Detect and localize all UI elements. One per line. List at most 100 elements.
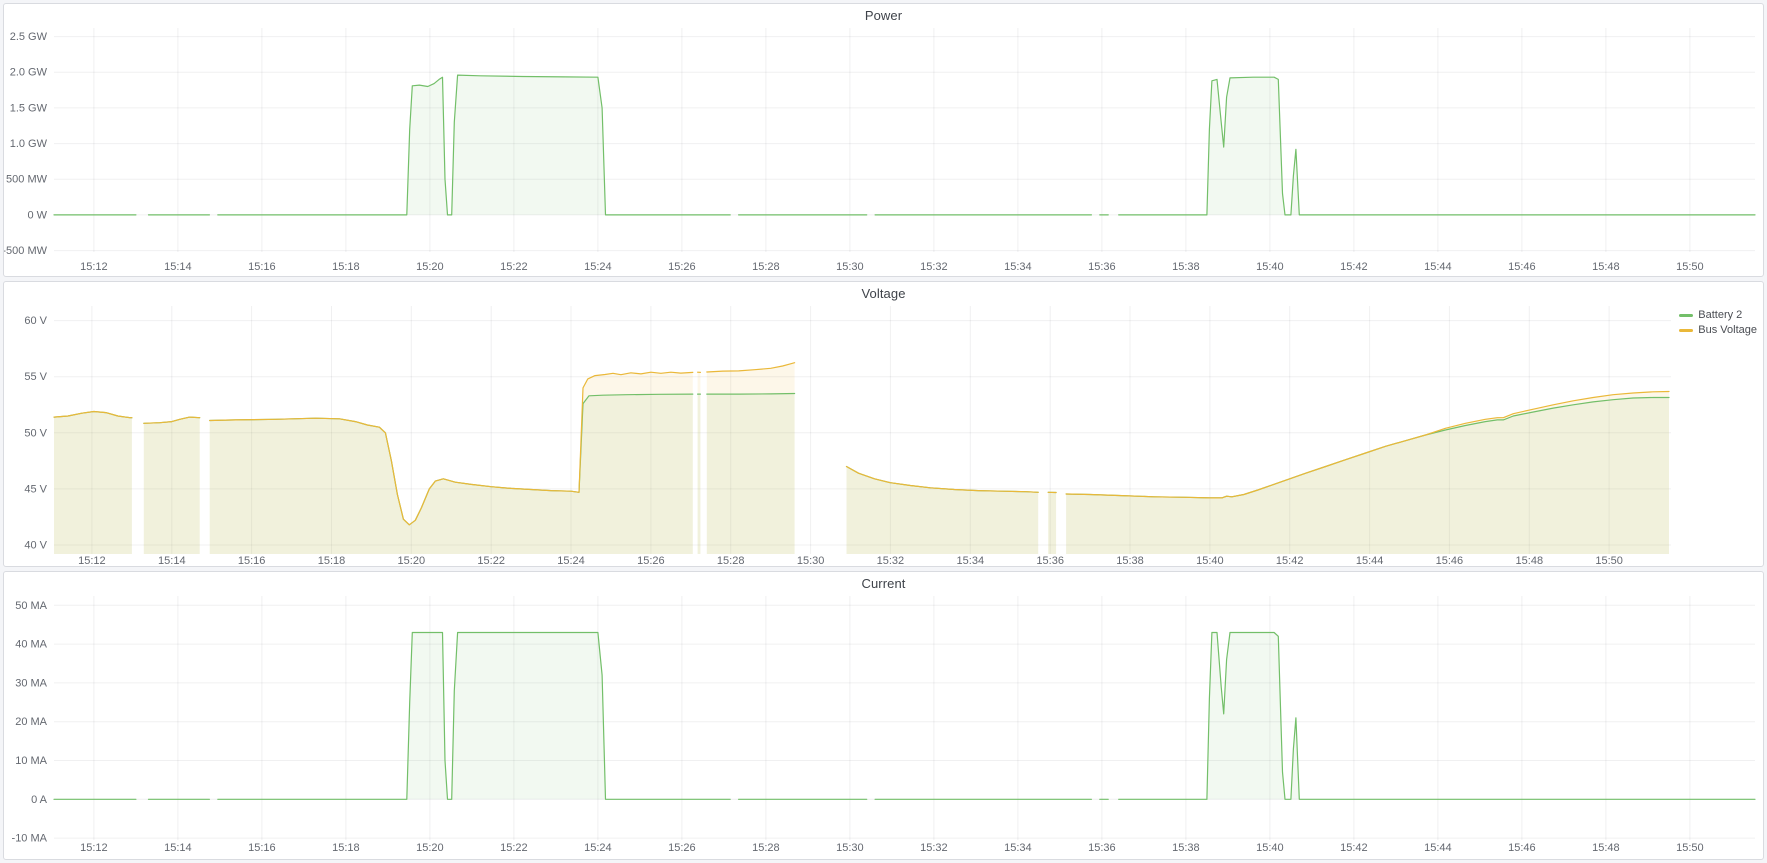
- svg-text:15:26: 15:26: [668, 261, 696, 273]
- svg-text:15:16: 15:16: [238, 555, 266, 566]
- svg-text:15:36: 15:36: [1088, 261, 1116, 273]
- svg-text:15:14: 15:14: [164, 261, 192, 273]
- svg-text:15:12: 15:12: [80, 261, 108, 273]
- svg-text:1.5 GW: 1.5 GW: [10, 102, 48, 114]
- svg-text:15:12: 15:12: [80, 842, 108, 854]
- svg-text:15:46: 15:46: [1508, 261, 1536, 273]
- svg-text:40 MA: 40 MA: [15, 639, 47, 651]
- svg-text:10 MA: 10 MA: [15, 755, 47, 767]
- svg-text:15:28: 15:28: [717, 555, 745, 566]
- svg-text:2.5 GW: 2.5 GW: [10, 31, 48, 43]
- svg-text:0 W: 0 W: [27, 209, 47, 221]
- svg-text:45 V: 45 V: [24, 483, 47, 495]
- svg-text:15:16: 15:16: [248, 261, 276, 273]
- svg-text:15:38: 15:38: [1172, 261, 1200, 273]
- svg-text:15:22: 15:22: [500, 842, 528, 854]
- current-chart-wrap: 15:12 15:14 15:16 15:18 15:20 15:22 15:24 15:26…: [4, 594, 1763, 859]
- svg-text:15:12: 15:12: [78, 555, 106, 566]
- svg-text:15:32: 15:32: [877, 555, 905, 566]
- svg-text:15:46: 15:46: [1508, 842, 1536, 854]
- svg-text:50 V: 50 V: [24, 427, 47, 439]
- power-chart-wrap: 15:12 15:14 15:16 15:18 15:20 15:22 15:24 15:26…: [4, 26, 1763, 276]
- svg-text:15:38: 15:38: [1172, 842, 1200, 854]
- panel-voltage: Voltage 15:1215:1415:1615:1815:2015:2215…: [3, 281, 1764, 567]
- panel-power: Power 15:12 15:14 15:16 15:18 15:20 15:22 15:2…: [3, 3, 1764, 277]
- bus-voltage-swatch-icon: [1679, 329, 1693, 332]
- panel-current-title[interactable]: Current: [861, 576, 905, 591]
- svg-text:15:30: 15:30: [836, 261, 864, 273]
- svg-text:15:42: 15:42: [1340, 261, 1368, 273]
- svg-text:1.0 GW: 1.0 GW: [10, 138, 48, 150]
- svg-text:40 V: 40 V: [24, 540, 47, 552]
- svg-text:15:36: 15:36: [1036, 555, 1064, 566]
- svg-text:15:20: 15:20: [416, 261, 444, 273]
- legend-label-bus-voltage: Bus Voltage: [1698, 323, 1757, 337]
- battery-2-swatch-icon: [1679, 314, 1693, 317]
- svg-text:15:40: 15:40: [1196, 555, 1224, 566]
- svg-text:15:40: 15:40: [1256, 842, 1284, 854]
- svg-text:15:48: 15:48: [1592, 261, 1620, 273]
- svg-text:15:44: 15:44: [1424, 261, 1452, 273]
- svg-text:15:24: 15:24: [584, 261, 612, 273]
- svg-text:15:40: 15:40: [1256, 261, 1284, 273]
- svg-text:15:26: 15:26: [637, 555, 665, 566]
- svg-text:15:32: 15:32: [920, 842, 948, 854]
- svg-text:2.0 GW: 2.0 GW: [10, 67, 48, 79]
- svg-text:-10 MA: -10 MA: [12, 833, 48, 845]
- svg-text:15:18: 15:18: [332, 261, 360, 273]
- svg-text:15:34: 15:34: [957, 555, 985, 566]
- svg-text:15:42: 15:42: [1340, 842, 1368, 854]
- svg-text:15:46: 15:46: [1436, 555, 1464, 566]
- svg-text:15:44: 15:44: [1356, 555, 1384, 566]
- voltage-chart-wrap: 15:12 15:14 15:16 15:18 15:20 15:22 15:24 15:26…: [4, 304, 1763, 566]
- svg-text:15:36: 15:36: [1088, 842, 1116, 854]
- svg-text:15:22: 15:22: [477, 555, 505, 566]
- panel-current-header: Current: [4, 572, 1763, 594]
- svg-text:15:24: 15:24: [557, 555, 585, 566]
- legend-label-battery-2: Battery 2: [1698, 308, 1742, 322]
- svg-text:15:44: 15:44: [1424, 842, 1452, 854]
- panel-voltage-header: Voltage: [4, 282, 1763, 304]
- svg-text:15:30: 15:30: [836, 842, 864, 854]
- svg-text:15:48: 15:48: [1516, 555, 1544, 566]
- svg-text:15:20: 15:20: [398, 555, 426, 566]
- svg-text:15:24: 15:24: [584, 842, 612, 854]
- panel-voltage-title[interactable]: Voltage: [861, 286, 905, 301]
- dashboard: Power 15:12 15:14 15:16 15:18 15:20 15:22 15:2…: [0, 0, 1767, 863]
- power-chart[interactable]: 15:12 15:14 15:16 15:18 15:20 15:22 15:24 15:26…: [4, 26, 1763, 276]
- svg-text:15:34: 15:34: [1004, 842, 1032, 854]
- svg-text:15:26: 15:26: [668, 842, 696, 854]
- legend-item-bus-voltage[interactable]: Bus Voltage: [1679, 323, 1757, 337]
- svg-text:500 MW: 500 MW: [6, 174, 48, 186]
- svg-text:-500 MW: -500 MW: [4, 245, 48, 257]
- svg-text:0 A: 0 A: [31, 794, 48, 806]
- svg-text:15:48: 15:48: [1592, 842, 1620, 854]
- panel-current: Current 15:1215:1415:1615:1815:2015:2215…: [3, 571, 1764, 860]
- svg-text:15:18: 15:18: [318, 555, 346, 566]
- svg-text:50 MA: 50 MA: [15, 600, 47, 612]
- legend-item-battery-2[interactable]: Battery 2: [1679, 308, 1757, 322]
- svg-text:15:30: 15:30: [797, 555, 825, 566]
- svg-text:15:32: 15:32: [920, 261, 948, 273]
- svg-text:20 MA: 20 MA: [15, 716, 47, 728]
- panel-power-title[interactable]: Power: [865, 8, 902, 23]
- voltage-legend: Battery 2 Bus Voltage: [1679, 308, 1757, 337]
- svg-text:15:50: 15:50: [1676, 261, 1704, 273]
- current-chart[interactable]: 15:12 15:14 15:16 15:18 15:20 15:22 15:24 15:26…: [4, 594, 1763, 859]
- svg-text:15:14: 15:14: [164, 842, 192, 854]
- svg-text:15:42: 15:42: [1276, 555, 1304, 566]
- svg-text:60 V: 60 V: [24, 315, 47, 327]
- svg-text:15:50: 15:50: [1676, 842, 1704, 854]
- svg-text:15:28: 15:28: [752, 842, 780, 854]
- panel-power-header: Power: [4, 4, 1763, 26]
- svg-text:55 V: 55 V: [24, 371, 47, 383]
- svg-text:15:50: 15:50: [1595, 555, 1623, 566]
- voltage-chart[interactable]: 15:12 15:14 15:16 15:18 15:20 15:22 15:24 15:26…: [4, 304, 1763, 566]
- svg-text:15:14: 15:14: [158, 555, 186, 566]
- svg-text:15:22: 15:22: [500, 261, 528, 273]
- svg-text:15:38: 15:38: [1116, 555, 1144, 566]
- svg-text:15:18: 15:18: [332, 842, 360, 854]
- svg-text:15:20: 15:20: [416, 842, 444, 854]
- svg-text:15:34: 15:34: [1004, 261, 1032, 273]
- svg-text:15:16: 15:16: [248, 842, 276, 854]
